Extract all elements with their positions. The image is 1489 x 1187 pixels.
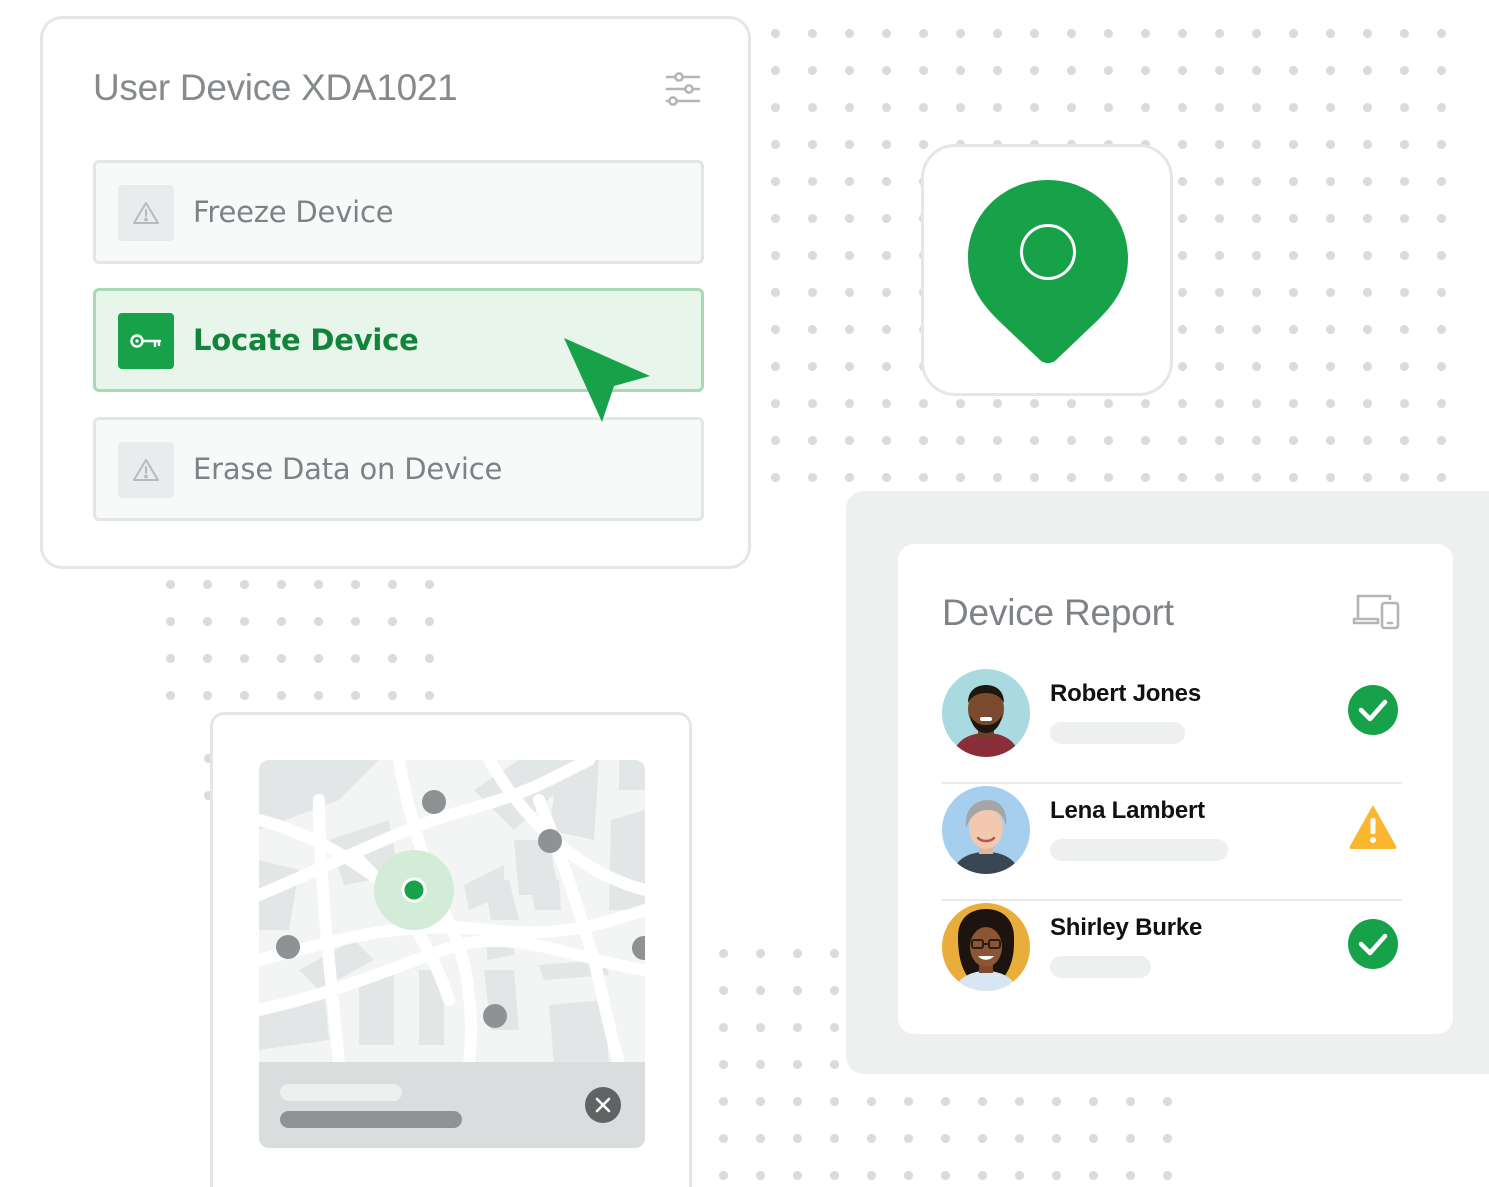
placeholder-line	[280, 1084, 402, 1101]
warning-icon	[118, 442, 174, 498]
warning-icon	[118, 185, 174, 241]
placeholder-line	[1050, 722, 1185, 744]
map-view[interactable]	[259, 760, 645, 1063]
key-icon	[118, 313, 174, 369]
check-circle-icon	[1348, 919, 1398, 969]
placeholder-line	[1050, 839, 1228, 861]
report-title: Device Report	[942, 592, 1174, 633]
report-row[interactable]: Shirley Burke	[942, 900, 1402, 1016]
device-report-card: Device Report Robert Jones Lena Lambert …	[898, 544, 1453, 1034]
person-name: Robert Jones	[1050, 680, 1201, 707]
report-row[interactable]: Robert Jones	[942, 666, 1402, 784]
erase-data-button[interactable]: Erase Data on Device	[93, 417, 704, 521]
person-name: Lena Lambert	[1050, 797, 1205, 824]
devices-icon	[1352, 594, 1400, 630]
location-pin-icon	[968, 180, 1128, 363]
illustration-canvas: User Device XDA1021 Freeze Device Locate…	[0, 0, 1489, 1187]
close-button[interactable]	[585, 1087, 621, 1123]
action-label: Freeze Device	[193, 195, 394, 229]
action-label: Locate Device	[193, 323, 419, 357]
avatar	[942, 903, 1030, 991]
action-label: Erase Data on Device	[193, 452, 503, 486]
check-circle-icon	[1348, 685, 1398, 735]
settings-sliders-icon[interactable]	[663, 69, 703, 109]
avatar	[942, 786, 1030, 874]
device-actions-card: User Device XDA1021 Freeze Device Locate…	[40, 16, 751, 569]
placeholder-line	[280, 1111, 462, 1128]
report-row[interactable]: Lena Lambert	[942, 783, 1402, 901]
placeholder-line	[1050, 956, 1151, 978]
map-info-bar	[259, 1062, 645, 1148]
freeze-device-button[interactable]: Freeze Device	[93, 160, 704, 264]
avatar	[942, 669, 1030, 757]
cursor-arrow-icon	[564, 338, 650, 422]
warning-triangle-icon	[1349, 805, 1397, 849]
device-title: User Device XDA1021	[93, 67, 458, 108]
close-icon	[595, 1097, 611, 1113]
location-pin-tile[interactable]	[921, 144, 1173, 396]
map-card	[210, 712, 692, 1187]
dot-grid-decoration	[152, 566, 442, 726]
person-name: Shirley Burke	[1050, 914, 1203, 941]
